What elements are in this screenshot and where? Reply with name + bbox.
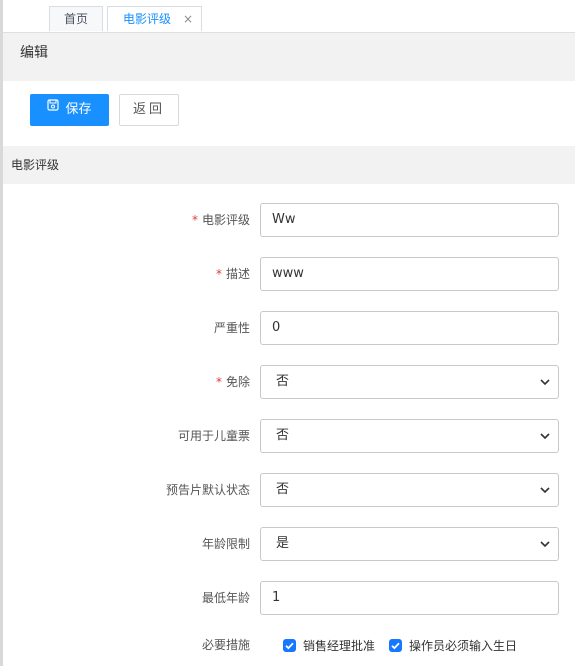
save-button[interactable]: 保存: [30, 94, 109, 126]
min-age-label: 最低年龄: [201, 591, 250, 605]
description-input[interactable]: www: [260, 257, 559, 291]
child-ticket-select[interactable]: 否: [260, 419, 559, 453]
edit-page: 首页 电影评级 × 编辑 保存 返回 电影评级 * 电影评级 Ww * 描述 www…: [0, 0, 575, 666]
child-ticket-label: 可用于儿童票: [177, 429, 250, 443]
form-row-child-ticket: 可用于儿童票 否: [3, 419, 575, 453]
section-title: 电影评级: [3, 146, 575, 184]
required-marker: *: [215, 375, 222, 389]
sales-manager-approval-label: 销售经理批准: [303, 638, 376, 653]
checkmark-icon[interactable]: [389, 638, 403, 652]
required-measures-group: 销售经理批准 操作员必须输入生日: [283, 628, 531, 662]
chevron-down-icon: [540, 379, 550, 386]
trailer-default-select-value: 否: [276, 482, 290, 497]
exempt-label-text: 免除: [225, 375, 250, 389]
form-row-exempt: * 免除 否: [3, 365, 575, 399]
exempt-select[interactable]: 否: [260, 365, 559, 399]
form-row-age-limit: 年龄限制 是: [3, 527, 575, 561]
form-row-min-age: 最低年龄 1: [3, 581, 575, 615]
exempt-label: * 免除: [216, 365, 250, 399]
form-row-severity: 严重性 0: [3, 311, 575, 345]
child-ticket-select-value: 否: [276, 428, 290, 443]
checkbox-sales-manager-approval[interactable]: 销售经理批准: [283, 637, 375, 654]
required-marker: *: [215, 267, 222, 281]
title-divider-band: [3, 73, 575, 81]
chevron-down-icon: [540, 541, 550, 548]
tab-bar: 首页 电影评级 ×: [3, 0, 575, 33]
chevron-down-icon: [540, 487, 550, 494]
tab-movie-rating[interactable]: 电影评级 ×: [107, 6, 202, 31]
required-measures-label: 必要措施: [201, 638, 250, 652]
rating-label-text: 电影评级: [201, 213, 250, 227]
tab-movie-rating-label: 电影评级: [123, 12, 172, 26]
required-marker: *: [191, 213, 198, 227]
description-label-text: 描述: [225, 267, 250, 281]
checkbox-operator-birthday[interactable]: 操作员必须输入生日: [389, 637, 517, 654]
tab-close-icon[interactable]: ×: [183, 7, 193, 31]
operator-birthday-label: 操作员必须输入生日: [409, 638, 518, 653]
floppy-disk-icon: [47, 93, 60, 123]
form-row-trailer-default: 预告片默认状态 否: [3, 473, 575, 507]
description-label: * 描述: [216, 257, 250, 291]
form-row-description: * 描述 www: [3, 257, 575, 291]
back-button[interactable]: 返回: [119, 94, 179, 126]
age-limit-label: 年龄限制: [201, 537, 250, 551]
trailer-default-label: 预告片默认状态: [165, 483, 250, 497]
rating-input[interactable]: Ww: [260, 203, 559, 237]
min-age-input[interactable]: 1: [260, 581, 559, 615]
exempt-select-value: 否: [276, 374, 290, 389]
rating-label: * 电影评级: [192, 203, 250, 237]
severity-label: 严重性: [213, 321, 250, 335]
trailer-default-select[interactable]: 否: [260, 473, 559, 507]
save-button-label: 保存: [65, 102, 92, 117]
page-title: 编辑: [3, 33, 575, 73]
tab-home[interactable]: 首页: [49, 6, 103, 31]
form-row-required-measures: 必要措施 销售经理批准 操作员必须输入生日: [3, 628, 575, 662]
severity-input[interactable]: 0: [260, 311, 559, 345]
chevron-down-icon: [540, 433, 550, 440]
age-limit-select-value: 是: [276, 536, 290, 551]
checkmark-icon[interactable]: [283, 638, 296, 652]
form-row-rating: * 电影评级 Ww: [3, 203, 575, 237]
age-limit-select[interactable]: 是: [260, 527, 559, 561]
